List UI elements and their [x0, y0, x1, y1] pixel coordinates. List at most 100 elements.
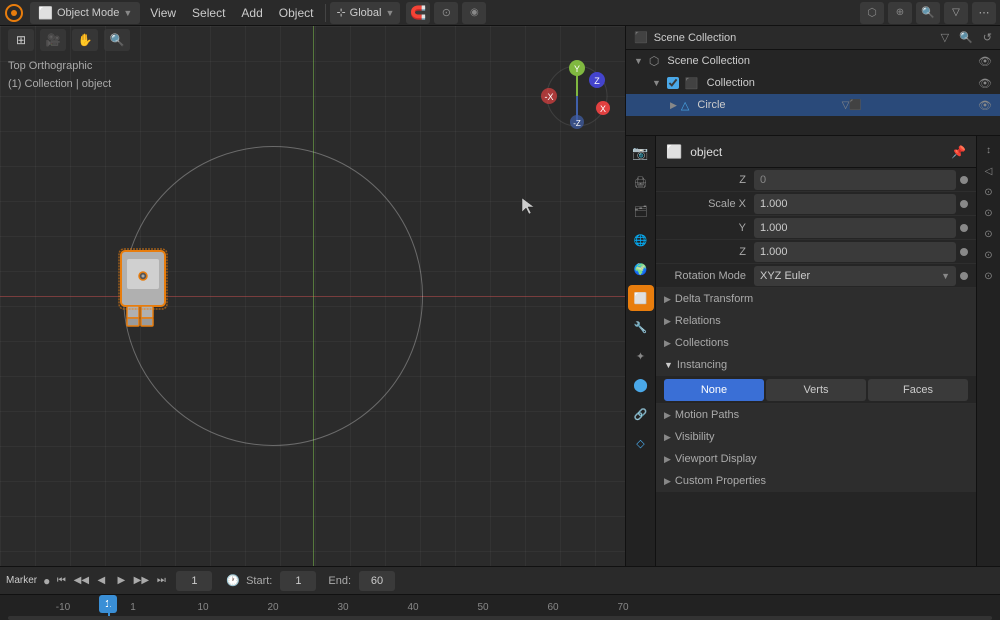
scrubber-numbers: -10 1 10 20 30 40 50 60 70: [4, 602, 1000, 613]
prop-tab-scene[interactable]: 🌐: [628, 227, 654, 253]
nav-gizmo[interactable]: Y -Z -X Z X: [537, 56, 617, 136]
prev-keyframe-btn[interactable]: ◀◀: [72, 572, 90, 590]
menu-object[interactable]: Object: [271, 0, 322, 26]
jump-end-btn[interactable]: ⏭: [152, 572, 170, 590]
scene-icon: ⬡: [649, 54, 659, 68]
section-viewport-display[interactable]: ▶ Viewport Display: [656, 448, 976, 470]
outliner-item-scene-collection[interactable]: ▼ ⬡ Scene Collection 👁: [626, 50, 1000, 72]
prop-right-dot5[interactable]: ⊙: [979, 266, 999, 286]
instancing-label: Instancing: [677, 359, 727, 371]
prop-right-pin[interactable]: ↕: [979, 140, 999, 160]
section-custom-properties[interactable]: ▶ Custom Properties: [656, 470, 976, 492]
transform-orientation[interactable]: ⊹ Global ▼: [330, 2, 400, 24]
prop-tab-particles[interactable]: ✦: [628, 343, 654, 369]
prop-tab-output[interactable]: 🖨: [628, 169, 654, 195]
scene-eye-icon[interactable]: 👁: [978, 55, 992, 68]
circle-eye-icon[interactable]: 👁: [978, 99, 992, 112]
z-keyframe-dot[interactable]: [960, 176, 968, 184]
zoom-btn[interactable]: 🔍: [104, 29, 130, 51]
prop-tab-physics[interactable]: ⬤: [628, 372, 654, 398]
prop-tab-view-layer[interactable]: 🗂: [628, 198, 654, 224]
menu-view[interactable]: View: [142, 0, 184, 26]
view-grid-btn[interactable]: ⊞: [8, 29, 34, 51]
search-btn[interactable]: 🔍: [916, 2, 940, 24]
viewport-overlay-btn[interactable]: ⬡: [860, 2, 884, 24]
menu-add[interactable]: Add: [233, 0, 270, 26]
section-visibility[interactable]: ▶ Visibility: [656, 426, 976, 448]
prop-right-dot2[interactable]: ⊙: [979, 203, 999, 223]
gizmo-toggle-btn[interactable]: ⊕: [888, 2, 912, 24]
camera-view-btn[interactable]: 🎥: [40, 29, 66, 51]
custom-properties-label: Custom Properties: [675, 475, 766, 487]
prop-tab-constraints[interactable]: 🔗: [628, 401, 654, 427]
scale-z-keyframe-dot[interactable]: [960, 248, 968, 256]
proportional-edit-btn[interactable]: ⊙: [434, 2, 458, 24]
scale-x-keyframe-dot[interactable]: [960, 200, 968, 208]
outliner-filter-icon[interactable]: ▽: [941, 31, 949, 44]
top-menu-bar: ⬜ Object Mode ▼ View Select Add Object ⊹…: [0, 0, 1000, 26]
prop-right-dot1[interactable]: ⊙: [979, 182, 999, 202]
scrubber-handle[interactable]: [8, 616, 992, 620]
svg-text:Y: Y: [574, 64, 580, 74]
outliner-search-icon[interactable]: 🔍: [959, 31, 973, 44]
rotation-mode-select[interactable]: XYZ Euler ▼: [754, 266, 956, 286]
delta-label: Delta Transform: [675, 293, 753, 305]
instancing-verts-btn[interactable]: Verts: [766, 379, 866, 401]
start-frame-field[interactable]: 1: [280, 571, 316, 591]
tick-30: 30: [308, 602, 378, 613]
scrubber-bar[interactable]: 1 -10 1 10 20 30 40 50 60 70: [0, 594, 1000, 620]
filter-btn[interactable]: ▽: [944, 2, 968, 24]
section-relations[interactable]: ▶ Relations: [656, 310, 976, 332]
play-btn[interactable]: ▶: [112, 572, 130, 590]
collection-eye-icon[interactable]: 👁: [978, 77, 992, 90]
object-mode-selector[interactable]: ⬜ Object Mode ▼: [30, 2, 140, 24]
pin-icon[interactable]: 📌: [951, 145, 966, 159]
scale-y-field[interactable]: 1.000: [754, 218, 956, 238]
snap-magnet-btn[interactable]: 🧲: [406, 2, 430, 24]
timeline-controls: ● ⏮ ◀◀ ◀ ▶ ▶▶ ⏭: [43, 572, 170, 590]
section-delta-transform[interactable]: ▶ Delta Transform: [656, 288, 976, 310]
selected-object: [113, 241, 173, 344]
scale-y-keyframe-dot[interactable]: [960, 224, 968, 232]
section-motion-paths[interactable]: ▶ Motion Paths: [656, 404, 976, 426]
prop-right-dot3[interactable]: ⊙: [979, 224, 999, 244]
step-back-btn[interactable]: ◀: [92, 572, 110, 590]
svg-text:Z: Z: [594, 76, 600, 86]
viewport-header: ⊞ 🎥 ✋ 🔍: [0, 26, 625, 54]
blender-logo[interactable]: [0, 0, 28, 26]
transform-pivot-btn[interactable]: ◉: [462, 2, 486, 24]
viewport[interactable]: ⊞ 🎥 ✋ 🔍 Top Orthographic (1) Collection …: [0, 26, 625, 566]
scale-x-field[interactable]: 1.000: [754, 194, 956, 214]
collection-visibility-checkbox[interactable]: [667, 77, 679, 89]
instancing-none-btn[interactable]: None: [664, 379, 764, 401]
prop-right-dot4[interactable]: ⊙: [979, 245, 999, 265]
step-forward-btn[interactable]: ▶▶: [132, 572, 150, 590]
rotation-mode-dot[interactable]: [960, 272, 968, 280]
prop-tab-data[interactable]: ◇: [628, 430, 654, 456]
prop-tab-world[interactable]: 🌍: [628, 256, 654, 282]
editor-type-btn[interactable]: ⋯: [972, 2, 996, 24]
viewport-collection-label: (1) Collection | object: [8, 78, 111, 90]
instancing-faces-btn[interactable]: Faces: [868, 379, 968, 401]
menu-select[interactable]: Select: [184, 0, 233, 26]
jump-start-btn[interactable]: ⏮: [52, 572, 70, 590]
outliner-sync-icon[interactable]: ↺: [983, 31, 992, 44]
prop-right-collapse[interactable]: ◁: [979, 161, 999, 181]
prop-tab-modifier[interactable]: 🔧: [628, 314, 654, 340]
section-collections[interactable]: ▶ Collections: [656, 332, 976, 354]
outliner-item-collection[interactable]: ▼ ⬛ Collection 👁: [626, 72, 1000, 94]
circle-filter-icon: ▽⬛: [842, 100, 862, 111]
current-frame-display[interactable]: 1: [176, 571, 212, 591]
rotation-mode-label: Rotation Mode: [664, 270, 754, 282]
z-value[interactable]: 0: [754, 170, 956, 190]
mesh-circle-icon: △: [681, 99, 689, 112]
prop-tab-object[interactable]: ⬜: [628, 285, 654, 311]
grab-btn[interactable]: ✋: [72, 29, 98, 51]
scale-z-field[interactable]: 1.000: [754, 242, 956, 262]
section-instancing[interactable]: ▼ Instancing: [656, 354, 976, 376]
prop-tab-render[interactable]: 📷: [628, 140, 654, 166]
instancing-arrow: ▼: [664, 360, 673, 370]
end-frame-field[interactable]: 60: [359, 571, 395, 591]
outliner-item-circle[interactable]: ▶ △ Circle ▽⬛ 👁: [626, 94, 1000, 116]
visibility-label: Visibility: [675, 431, 715, 443]
